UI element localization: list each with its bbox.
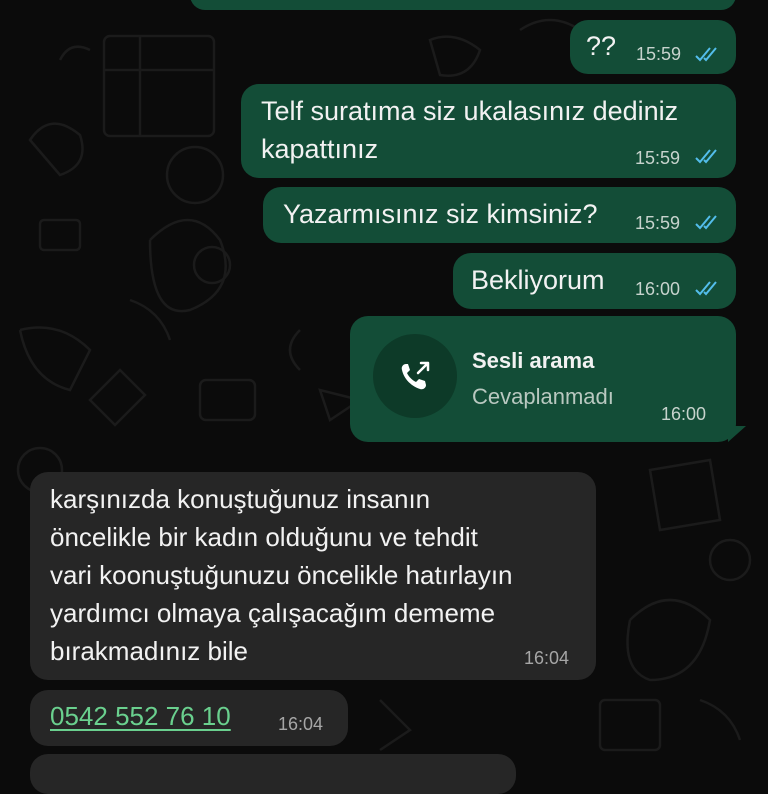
outgoing-message[interactable]: ?? 15:59 (570, 20, 736, 74)
outgoing-call-icon (401, 361, 430, 390)
call-button[interactable] (373, 334, 457, 418)
read-ticks-icon (695, 281, 717, 296)
message-time: 15:59 (635, 213, 681, 233)
message-time: 16:04 (524, 648, 570, 668)
message-time: 16:00 (635, 279, 681, 299)
message-text: Yazarmısınız siz kimsiniz? (283, 199, 598, 229)
message-text: karşınızda konuştuğunuz insanın öncelikl… (50, 484, 513, 666)
voice-call-message[interactable]: Sesli arama Cevaplanmadı 16:00 (350, 316, 736, 442)
message-time: 15:59 (636, 44, 682, 64)
incoming-message[interactable]: 0542 552 76 10 16:04 (30, 690, 348, 746)
message-time: 16:00 (661, 404, 707, 424)
message-text: Bekliyorum (471, 265, 605, 295)
call-status: Cevaplanmadı (472, 384, 614, 409)
message-text: Telf suratıma siz ukalasınız dediniz kap… (261, 96, 679, 164)
message-bubble-partial[interactable] (190, 0, 736, 10)
outgoing-message[interactable]: Telf suratıma siz ukalasınız dediniz kap… (241, 84, 736, 178)
message-bubble-partial[interactable] (30, 754, 516, 794)
phone-number-link[interactable]: 0542 552 76 10 (50, 697, 231, 735)
read-ticks-icon (695, 149, 717, 164)
bubble-tail (728, 426, 746, 442)
message-text: ?? (586, 31, 617, 61)
incoming-message[interactable]: karşınızda konuştuğunuz insanın öncelikl… (30, 472, 596, 680)
message-time: 15:59 (635, 148, 681, 168)
call-title: Sesli arama (472, 348, 595, 373)
outgoing-message[interactable]: Bekliyorum 16:00 (453, 253, 736, 309)
read-ticks-icon (695, 215, 717, 230)
outgoing-message[interactable]: Yazarmısınız siz kimsiniz? 15:59 (263, 187, 736, 243)
message-time: 16:04 (278, 714, 324, 734)
read-ticks-icon (695, 47, 717, 62)
